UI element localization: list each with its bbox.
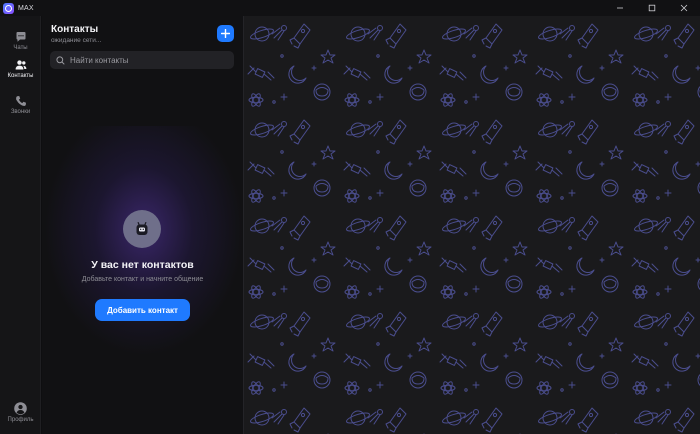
nav-item-label: Чаты bbox=[13, 45, 28, 51]
space-doodle-pattern bbox=[244, 16, 700, 434]
search-input[interactable] bbox=[70, 55, 230, 65]
nav-item-profile[interactable]: Профиль bbox=[0, 402, 41, 423]
empty-state-subtitle: Добавьте контакт и начните общение bbox=[81, 276, 204, 283]
add-contact-cta-button[interactable]: Добавить контакт bbox=[95, 299, 190, 321]
add-contact-button[interactable] bbox=[217, 25, 234, 42]
search-box[interactable] bbox=[50, 51, 234, 69]
minimize-icon bbox=[617, 7, 623, 9]
chat-bubble-icon bbox=[16, 32, 25, 42]
nav-item-calls[interactable]: Звонки bbox=[0, 95, 41, 115]
minimize-button[interactable] bbox=[604, 0, 636, 16]
empty-state-title: У вас нет контактов bbox=[91, 259, 194, 271]
plus-icon bbox=[221, 29, 230, 38]
maximize-icon bbox=[648, 4, 656, 12]
nav-item-label: Звонки bbox=[10, 109, 31, 115]
nav-item-chats[interactable]: Чаты bbox=[0, 31, 41, 51]
phone-icon bbox=[15, 96, 26, 106]
app-title: MAX bbox=[18, 4, 34, 12]
search-icon bbox=[56, 55, 65, 65]
contacts-panel: Контакты ожидание сети... У вас нет конт… bbox=[42, 16, 243, 434]
chat-background bbox=[243, 16, 700, 434]
robot-face-icon bbox=[136, 222, 148, 235]
page-title: Контакты bbox=[51, 24, 99, 35]
nav-item-contacts[interactable]: Контакты bbox=[0, 59, 41, 79]
nav-rail: Чаты Контакты Звонки Профиль bbox=[0, 16, 41, 434]
title-bar: MAX bbox=[0, 0, 700, 16]
window-controls bbox=[604, 0, 700, 16]
close-button[interactable] bbox=[668, 0, 700, 16]
close-icon bbox=[680, 4, 688, 12]
nav-item-label: Контакты bbox=[7, 73, 34, 79]
app-logo-icon bbox=[3, 2, 14, 14]
nav-item-label: Профиль bbox=[7, 417, 34, 423]
empty-state-avatar bbox=[123, 210, 161, 248]
maximize-button[interactable] bbox=[636, 0, 668, 16]
contacts-icon bbox=[15, 60, 26, 70]
profile-avatar-icon bbox=[14, 402, 27, 415]
connection-status: ожидание сети... bbox=[51, 37, 102, 44]
